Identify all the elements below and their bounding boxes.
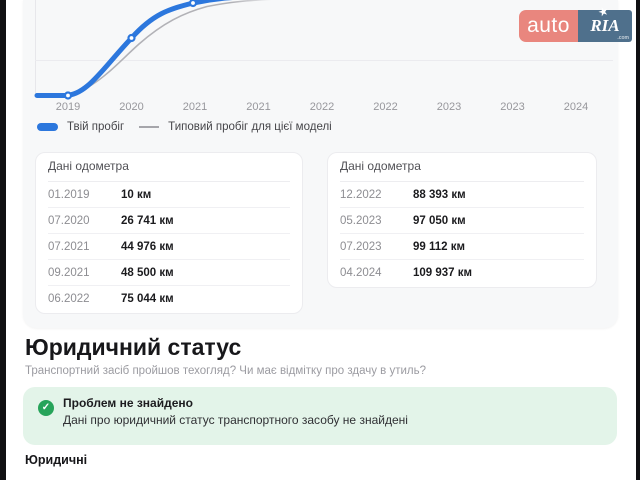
mileage-section: 2019 2020 2021 2021 2022 2022 2023 2023 …	[23, 0, 618, 328]
odometer-date: 12.2022	[340, 189, 382, 201]
x-tick: 2023	[500, 101, 525, 113]
odometer-table-title: Дані одометра	[48, 159, 290, 182]
typical-mileage-swatch	[139, 126, 160, 128]
odometer-value: 97 050 км	[413, 215, 466, 227]
data-point-2020	[127, 33, 136, 43]
screen-edge-left	[0, 0, 6, 480]
no-problems-alert: ✓ Проблем не знайдено Дані про юридичний…	[23, 387, 617, 445]
logo-ria-text: RIA	[590, 16, 620, 35]
odometer-value: 75 044 км	[121, 293, 174, 305]
table-row: 06.2022 75 044 км	[48, 286, 290, 311]
odometer-value: 10 км	[121, 189, 152, 201]
odometer-value: 26 741 км	[121, 215, 174, 227]
odometer-date: 07.2023	[340, 241, 382, 253]
data-point-2021	[188, 0, 198, 8]
logo-tld: .com	[617, 35, 629, 41]
x-tick: 2024	[563, 101, 589, 113]
table-row: 07.2021 44 976 км	[48, 234, 290, 260]
x-tick: 2022	[373, 101, 398, 113]
x-tick: 2019	[55, 101, 81, 113]
odometer-date: 07.2021	[48, 241, 90, 253]
odometer-date: 01.2019	[48, 189, 90, 201]
odometer-date: 06.2022	[48, 293, 90, 305]
logo-auto-block: auto	[519, 10, 578, 42]
table-row: 04.2024 109 937 км	[340, 260, 584, 285]
legal-group-label: Юридичні	[25, 453, 88, 467]
data-point-2019	[63, 91, 73, 100]
legend-label-typical-mileage: Типовий пробіг для цієї моделі	[168, 121, 332, 133]
x-tick: 2021	[182, 101, 208, 113]
odometer-date: 04.2024	[340, 267, 382, 279]
odometer-value: 99 112 км	[413, 241, 465, 253]
logo-ria-block: RIA ★ .com	[578, 6, 632, 42]
odometer-value: 44 976 км	[121, 241, 174, 253]
table-row: 01.2019 10 км	[48, 182, 290, 208]
x-tick: 2022	[309, 101, 335, 113]
table-row: 05.2023 97 050 км	[340, 208, 584, 234]
legal-status-subtitle: Транспортний засіб пройшов техогляд? Чи …	[25, 365, 427, 377]
odometer-table-1: Дані одометра 01.2019 10 км 07.2020 26 7…	[35, 152, 303, 314]
odometer-date: 05.2023	[340, 215, 382, 227]
odometer-value: 88 393 км	[413, 189, 466, 201]
autoria-logo[interactable]: auto RIA ★ .com	[519, 6, 632, 42]
odometer-date: 09.2021	[48, 267, 90, 279]
x-tick: 2023	[436, 101, 462, 113]
x-tick: 2021	[246, 101, 271, 113]
your-mileage-line	[34, 0, 233, 98]
odometer-table-title: Дані одометра	[340, 159, 584, 182]
vehicle-history-report: 2019 2020 2021 2021 2022 2022 2023 2023 …	[0, 0, 640, 480]
legend-label-your-mileage: Твій пробіг	[67, 121, 125, 133]
check-circle-icon: ✓	[38, 400, 54, 416]
legal-status-title: Юридичний статус	[25, 334, 242, 360]
x-axis-ticks: 2019 2020 2021 2021 2022 2022 2023 2023 …	[35, 101, 613, 114]
table-row: 12.2022 88 393 км	[340, 182, 584, 208]
odometer-value: 48 500 км	[121, 267, 174, 279]
table-row: 09.2021 48 500 км	[48, 260, 290, 286]
odometer-date: 07.2020	[48, 215, 90, 227]
table-row: 07.2023 99 112 км	[340, 234, 584, 260]
alert-title: Проблем не знайдено	[63, 396, 193, 410]
screen-edge-right	[636, 0, 640, 480]
x-tick: 2020	[119, 101, 144, 113]
odometer-table-2: Дані одометра 12.2022 88 393 км 05.2023 …	[327, 152, 597, 288]
table-row: 07.2020 26 741 км	[48, 208, 290, 234]
alert-text: Дані про юридичний статус транспортного …	[63, 413, 408, 427]
your-mileage-swatch	[37, 123, 58, 131]
odometer-value: 109 937 км	[413, 267, 473, 279]
chart-legend: Твій пробіг Типовий пробіг для цієї моде…	[37, 121, 332, 133]
